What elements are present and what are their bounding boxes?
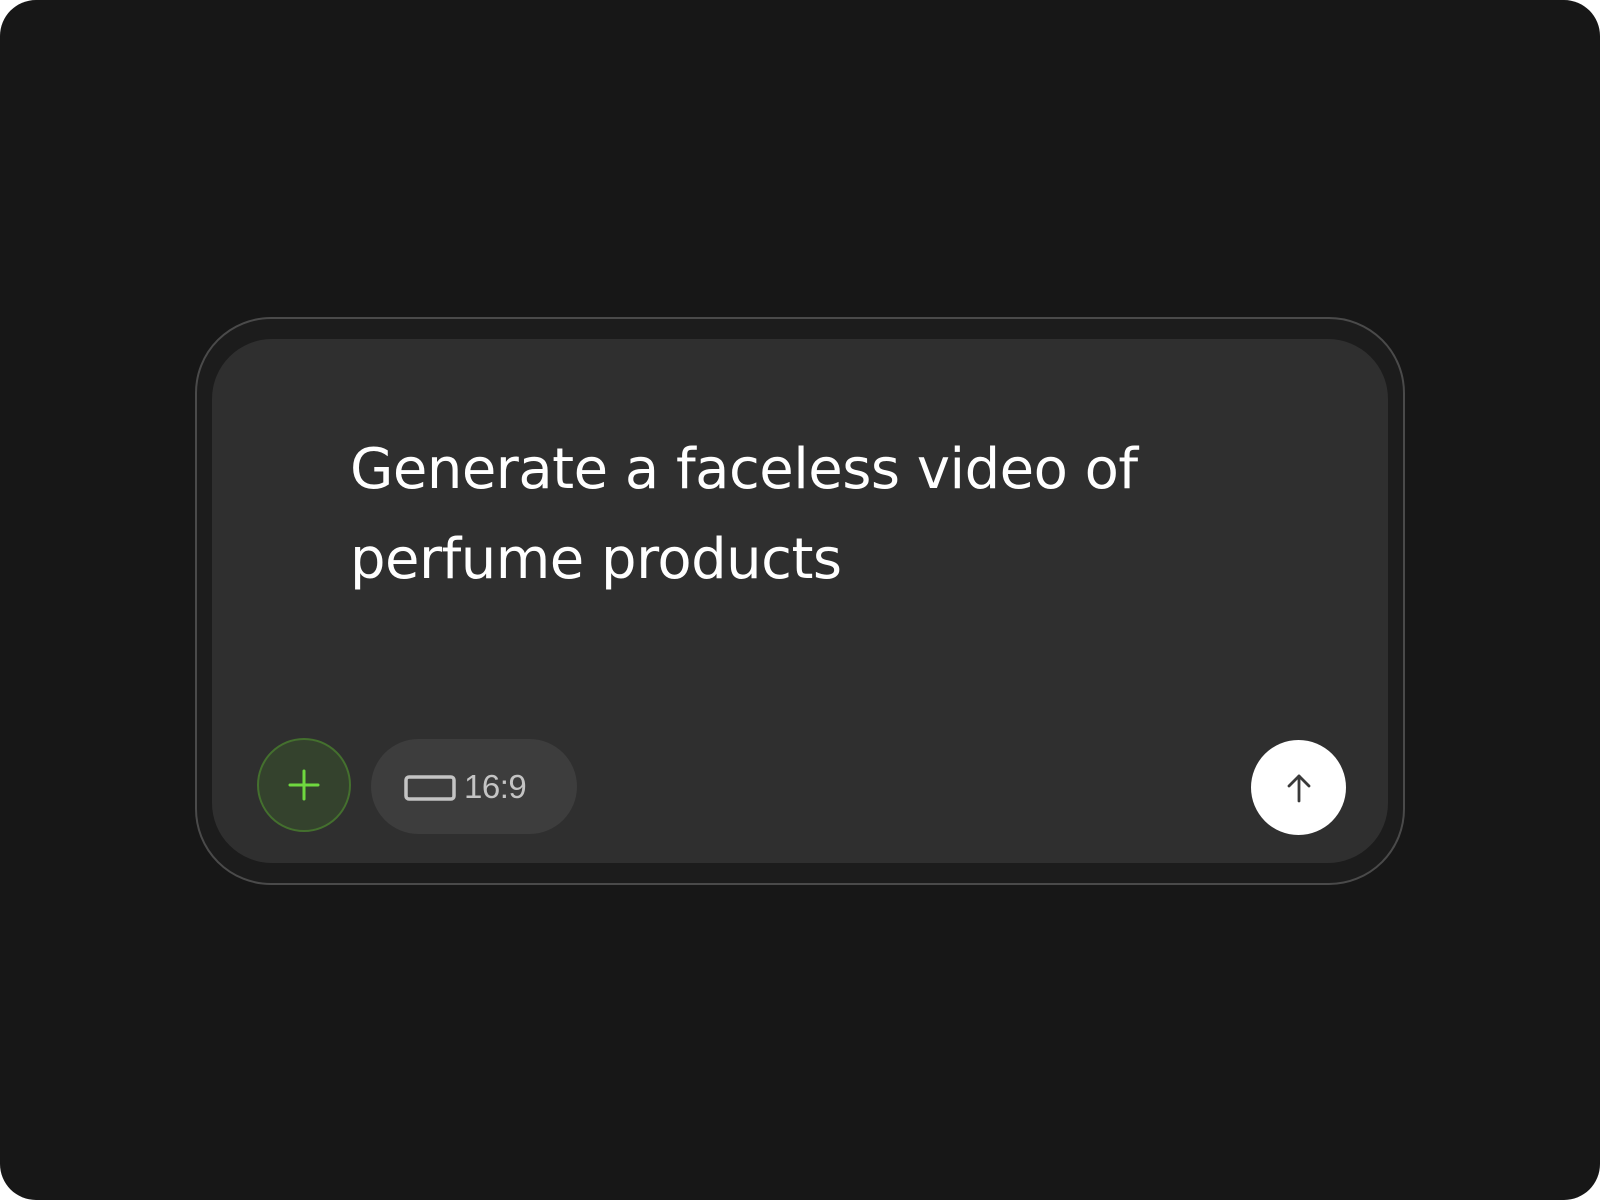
add-attachment-button[interactable] <box>257 738 351 832</box>
arrow-up-icon <box>1287 774 1310 802</box>
prompt-input[interactable]: Generate a faceless video of perfume pro… <box>350 425 1210 605</box>
aspect-ratio-icon <box>404 775 456 801</box>
aspect-ratio-label: 16:9 <box>464 768 527 805</box>
send-button[interactable] <box>1251 740 1346 835</box>
app-canvas: Generate a faceless video of perfume pro… <box>0 0 1600 1200</box>
aspect-ratio-button[interactable]: 16:9 <box>371 739 577 834</box>
plus-icon <box>288 769 320 801</box>
